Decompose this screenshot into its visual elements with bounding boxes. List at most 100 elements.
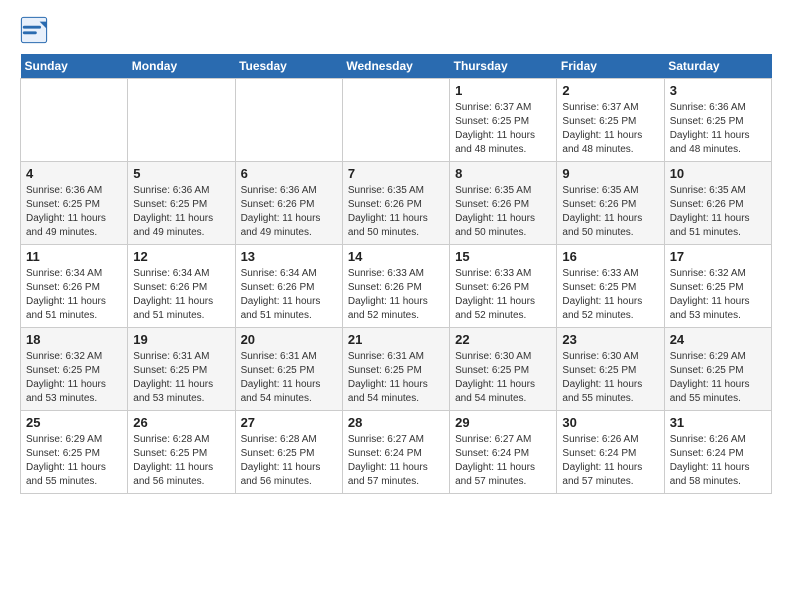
- calendar-cell-w0-d1: [128, 79, 235, 162]
- calendar-cell-w0-d3: [342, 79, 449, 162]
- day-info: Sunrise: 6:27 AM Sunset: 6:24 PM Dayligh…: [455, 433, 551, 489]
- calendar-cell-w2-d4: 15 Sunrise: 6:33 AM Sunset: 6:26 PM Dayli…: [450, 245, 557, 328]
- day-info: Sunrise: 6:33 AM Sunset: 6:26 PM Dayligh…: [455, 267, 551, 323]
- day-info: Sunrise: 6:31 AM Sunset: 6:25 PM Dayligh…: [241, 350, 337, 406]
- day-number: 30: [562, 415, 658, 430]
- day-number: 22: [455, 332, 551, 347]
- calendar-cell-w1-d3: 7 Sunrise: 6:35 AM Sunset: 6:26 PM Daylig…: [342, 162, 449, 245]
- day-number: 17: [670, 249, 766, 264]
- day-number: 29: [455, 415, 551, 430]
- day-info: Sunrise: 6:34 AM Sunset: 6:26 PM Dayligh…: [26, 267, 122, 323]
- weekday-header-sunday: Sunday: [21, 54, 128, 79]
- day-number: 14: [348, 249, 444, 264]
- day-number: 13: [241, 249, 337, 264]
- calendar-cell-w1-d1: 5 Sunrise: 6:36 AM Sunset: 6:25 PM Daylig…: [128, 162, 235, 245]
- calendar-cell-w0-d4: 1 Sunrise: 6:37 AM Sunset: 6:25 PM Daylig…: [450, 79, 557, 162]
- logo-icon: [20, 16, 48, 44]
- weekday-header-saturday: Saturday: [664, 54, 771, 79]
- day-info: Sunrise: 6:28 AM Sunset: 6:25 PM Dayligh…: [241, 433, 337, 489]
- weekday-header-tuesday: Tuesday: [235, 54, 342, 79]
- day-number: 3: [670, 83, 766, 98]
- day-info: Sunrise: 6:27 AM Sunset: 6:24 PM Dayligh…: [348, 433, 444, 489]
- day-number: 27: [241, 415, 337, 430]
- day-number: 26: [133, 415, 229, 430]
- day-info: Sunrise: 6:34 AM Sunset: 6:26 PM Dayligh…: [133, 267, 229, 323]
- day-number: 25: [26, 415, 122, 430]
- calendar-cell-w0-d2: [235, 79, 342, 162]
- calendar-cell-w1-d0: 4 Sunrise: 6:36 AM Sunset: 6:25 PM Daylig…: [21, 162, 128, 245]
- calendar-cell-w4-d0: 25 Sunrise: 6:29 AM Sunset: 6:25 PM Dayli…: [21, 411, 128, 494]
- day-info: Sunrise: 6:36 AM Sunset: 6:25 PM Dayligh…: [26, 184, 122, 240]
- day-number: 1: [455, 83, 551, 98]
- day-info: Sunrise: 6:32 AM Sunset: 6:25 PM Dayligh…: [26, 350, 122, 406]
- day-info: Sunrise: 6:31 AM Sunset: 6:25 PM Dayligh…: [133, 350, 229, 406]
- day-number: 20: [241, 332, 337, 347]
- day-number: 4: [26, 166, 122, 181]
- day-info: Sunrise: 6:34 AM Sunset: 6:26 PM Dayligh…: [241, 267, 337, 323]
- calendar-cell-w3-d4: 22 Sunrise: 6:30 AM Sunset: 6:25 PM Dayli…: [450, 328, 557, 411]
- weekday-header-monday: Monday: [128, 54, 235, 79]
- calendar-cell-w4-d1: 26 Sunrise: 6:28 AM Sunset: 6:25 PM Dayli…: [128, 411, 235, 494]
- calendar-cell-w4-d6: 31 Sunrise: 6:26 AM Sunset: 6:24 PM Dayli…: [664, 411, 771, 494]
- day-info: Sunrise: 6:30 AM Sunset: 6:25 PM Dayligh…: [562, 350, 658, 406]
- calendar-table: SundayMondayTuesdayWednesdayThursdayFrid…: [20, 54, 772, 494]
- day-info: Sunrise: 6:29 AM Sunset: 6:25 PM Dayligh…: [26, 433, 122, 489]
- day-info: Sunrise: 6:29 AM Sunset: 6:25 PM Dayligh…: [670, 350, 766, 406]
- calendar-cell-w1-d4: 8 Sunrise: 6:35 AM Sunset: 6:26 PM Daylig…: [450, 162, 557, 245]
- day-info: Sunrise: 6:26 AM Sunset: 6:24 PM Dayligh…: [670, 433, 766, 489]
- day-info: Sunrise: 6:32 AM Sunset: 6:25 PM Dayligh…: [670, 267, 766, 323]
- calendar-cell-w3-d6: 24 Sunrise: 6:29 AM Sunset: 6:25 PM Dayli…: [664, 328, 771, 411]
- day-info: Sunrise: 6:36 AM Sunset: 6:25 PM Dayligh…: [133, 184, 229, 240]
- day-number: 10: [670, 166, 766, 181]
- day-info: Sunrise: 6:35 AM Sunset: 6:26 PM Dayligh…: [562, 184, 658, 240]
- day-number: 16: [562, 249, 658, 264]
- day-info: Sunrise: 6:36 AM Sunset: 6:25 PM Dayligh…: [670, 101, 766, 157]
- day-info: Sunrise: 6:36 AM Sunset: 6:26 PM Dayligh…: [241, 184, 337, 240]
- day-info: Sunrise: 6:35 AM Sunset: 6:26 PM Dayligh…: [455, 184, 551, 240]
- weekday-header-wednesday: Wednesday: [342, 54, 449, 79]
- day-info: Sunrise: 6:31 AM Sunset: 6:25 PM Dayligh…: [348, 350, 444, 406]
- day-info: Sunrise: 6:37 AM Sunset: 6:25 PM Dayligh…: [562, 101, 658, 157]
- day-info: Sunrise: 6:33 AM Sunset: 6:26 PM Dayligh…: [348, 267, 444, 323]
- day-info: Sunrise: 6:35 AM Sunset: 6:26 PM Dayligh…: [348, 184, 444, 240]
- calendar-cell-w2-d5: 16 Sunrise: 6:33 AM Sunset: 6:25 PM Dayli…: [557, 245, 664, 328]
- calendar-cell-w2-d2: 13 Sunrise: 6:34 AM Sunset: 6:26 PM Dayli…: [235, 245, 342, 328]
- calendar-cell-w0-d0: [21, 79, 128, 162]
- day-number: 28: [348, 415, 444, 430]
- calendar-cell-w4-d4: 29 Sunrise: 6:27 AM Sunset: 6:24 PM Dayli…: [450, 411, 557, 494]
- day-number: 2: [562, 83, 658, 98]
- day-number: 11: [26, 249, 122, 264]
- calendar-cell-w0-d5: 2 Sunrise: 6:37 AM Sunset: 6:25 PM Daylig…: [557, 79, 664, 162]
- weekday-header-thursday: Thursday: [450, 54, 557, 79]
- day-number: 8: [455, 166, 551, 181]
- calendar-cell-w1-d6: 10 Sunrise: 6:35 AM Sunset: 6:26 PM Dayli…: [664, 162, 771, 245]
- calendar-cell-w4-d5: 30 Sunrise: 6:26 AM Sunset: 6:24 PM Dayli…: [557, 411, 664, 494]
- day-info: Sunrise: 6:28 AM Sunset: 6:25 PM Dayligh…: [133, 433, 229, 489]
- calendar-cell-w2-d6: 17 Sunrise: 6:32 AM Sunset: 6:25 PM Dayli…: [664, 245, 771, 328]
- calendar-cell-w1-d5: 9 Sunrise: 6:35 AM Sunset: 6:26 PM Daylig…: [557, 162, 664, 245]
- calendar-cell-w2-d3: 14 Sunrise: 6:33 AM Sunset: 6:26 PM Dayli…: [342, 245, 449, 328]
- calendar-cell-w4-d3: 28 Sunrise: 6:27 AM Sunset: 6:24 PM Dayli…: [342, 411, 449, 494]
- calendar-cell-w0-d6: 3 Sunrise: 6:36 AM Sunset: 6:25 PM Daylig…: [664, 79, 771, 162]
- day-info: Sunrise: 6:26 AM Sunset: 6:24 PM Dayligh…: [562, 433, 658, 489]
- day-number: 7: [348, 166, 444, 181]
- day-number: 24: [670, 332, 766, 347]
- day-info: Sunrise: 6:35 AM Sunset: 6:26 PM Dayligh…: [670, 184, 766, 240]
- calendar-cell-w2-d1: 12 Sunrise: 6:34 AM Sunset: 6:26 PM Dayli…: [128, 245, 235, 328]
- day-number: 15: [455, 249, 551, 264]
- calendar-cell-w1-d2: 6 Sunrise: 6:36 AM Sunset: 6:26 PM Daylig…: [235, 162, 342, 245]
- calendar-cell-w4-d2: 27 Sunrise: 6:28 AM Sunset: 6:25 PM Dayli…: [235, 411, 342, 494]
- day-number: 19: [133, 332, 229, 347]
- calendar-cell-w2-d0: 11 Sunrise: 6:34 AM Sunset: 6:26 PM Dayli…: [21, 245, 128, 328]
- day-info: Sunrise: 6:30 AM Sunset: 6:25 PM Dayligh…: [455, 350, 551, 406]
- day-number: 5: [133, 166, 229, 181]
- day-number: 31: [670, 415, 766, 430]
- day-number: 9: [562, 166, 658, 181]
- day-number: 12: [133, 249, 229, 264]
- day-info: Sunrise: 6:37 AM Sunset: 6:25 PM Dayligh…: [455, 101, 551, 157]
- day-number: 21: [348, 332, 444, 347]
- calendar-cell-w3-d5: 23Sunrise: 6:30 AM Sunset: 6:25 PM Dayli…: [557, 328, 664, 411]
- calendar-cell-w3-d0: 18Sunrise: 6:32 AM Sunset: 6:25 PM Dayli…: [21, 328, 128, 411]
- day-number: 6: [241, 166, 337, 181]
- day-info: Sunrise: 6:33 AM Sunset: 6:25 PM Dayligh…: [562, 267, 658, 323]
